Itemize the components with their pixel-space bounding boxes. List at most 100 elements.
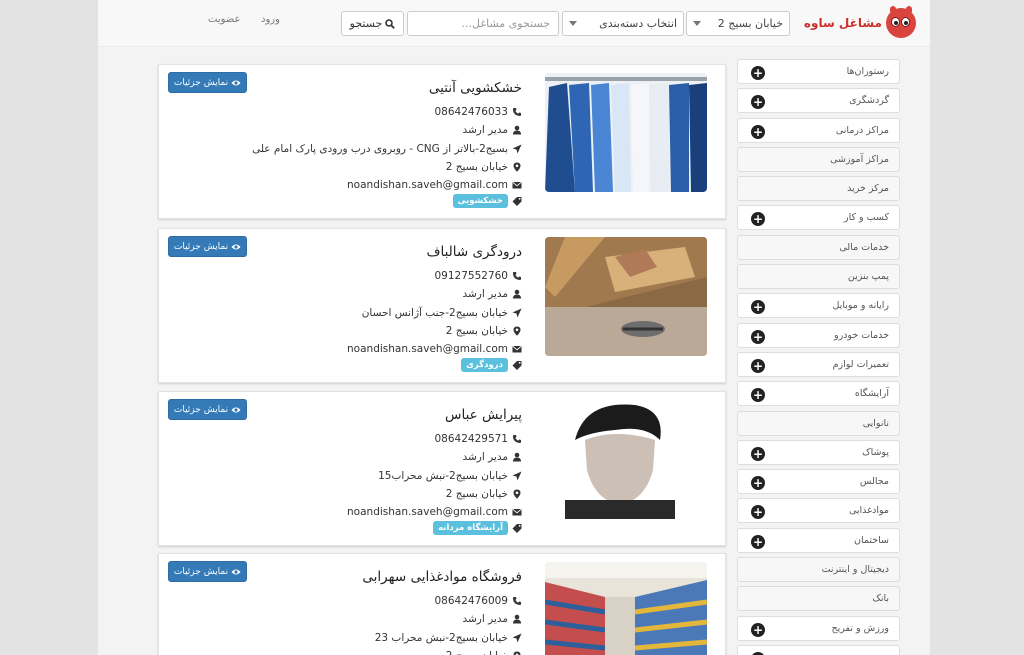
category-tag[interactable]: خشکشویی [452, 194, 508, 209]
search-icon [385, 18, 396, 29]
listing-phone: 08642476009 [434, 595, 509, 607]
envelope-icon [512, 182, 522, 189]
sidebar-category-label: موادغذایی [848, 505, 889, 517]
expand-plus-icon[interactable]: + [751, 300, 765, 315]
sidebar-category[interactable]: مجالس + [737, 469, 900, 495]
listing-title[interactable]: درودگری شالباف [222, 243, 522, 261]
sidebar-category[interactable]: تعمیرات لوازم + [737, 351, 900, 377]
phone-icon [513, 597, 521, 606]
sidebar-category[interactable]: گردشگری + [737, 88, 900, 114]
sidebar-category[interactable]: دیجیتال و اینترنت [737, 557, 900, 583]
sidebar-category[interactable]: رستوران‌ها + [737, 59, 900, 84]
sidebar-category-label: رستوران‌ها [846, 66, 889, 77]
tags-icon [512, 524, 522, 534]
sidebar-category[interactable]: + [737, 644, 900, 655]
listing-phone: 08642476033 [434, 106, 509, 118]
listing-body: درودگری شالباف 09127552760 مدیر ارشد خیابا… [222, 243, 522, 373]
sidebar-category[interactable]: مرکز خرید [737, 176, 900, 202]
listing-address-row: خیابان بسیج2-نبش محراب15 [222, 467, 522, 485]
sidebar-category-label: مرکز خرید [847, 183, 889, 195]
sidebar-category[interactable]: خدمات خودرو + [737, 322, 900, 348]
expand-plus-icon[interactable]: + [751, 534, 765, 549]
search-input[interactable]: جستجوی مشاغل... [407, 11, 559, 36]
view-details-button[interactable]: نمایش جزئیات [168, 399, 247, 420]
view-details-button[interactable]: نمایش جزئیات [168, 72, 247, 93]
sidebar-category[interactable]: خدمات مالی [737, 234, 900, 260]
brand[interactable]: مشاغل ساوه [804, 6, 916, 38]
sidebar-category[interactable]: موادغذایی + [737, 498, 900, 524]
sidebar-category[interactable]: بانک [737, 586, 900, 612]
listing-street-row: خیابان بسیج 2 [222, 647, 522, 655]
sidebar-category[interactable]: ورزش و تفریح + [737, 615, 900, 641]
envelope-icon [512, 509, 522, 516]
sidebar-category[interactable]: ساختمان + [737, 527, 900, 553]
listing-manager: مدیر ارشد [462, 124, 509, 137]
listing-title[interactable]: فروشگاه موادغذایی سهرابی [222, 568, 522, 586]
expand-plus-icon[interactable]: + [751, 329, 765, 344]
expand-plus-icon[interactable]: + [751, 622, 765, 637]
sidebar-category-label: مجالس [859, 476, 889, 488]
listing-card: فروشگاه موادغذایی سهرابی 08642476009 مدیر… [158, 553, 726, 655]
listing-tags-row: خشکشویی [222, 194, 522, 209]
expand-plus-icon[interactable]: + [751, 388, 765, 403]
category-sidebar: رستوران‌ها + گردشگری + مراکز درمانی + مراکز آم… [737, 59, 900, 655]
listing-email-row: noandishan.saveh@gmail.com [222, 340, 522, 358]
sidebar-category-label: ورزش و تفریح [831, 622, 889, 634]
sidebar-category[interactable]: پمپ بنزین [737, 264, 900, 290]
expand-plus-icon[interactable]: + [751, 95, 765, 110]
listing-manager-row: مدیر ارشد [222, 448, 522, 466]
listing-title[interactable]: پیرایش عباس [222, 406, 522, 424]
listing-card: درودگری شالباف 09127552760 مدیر ارشد خیابا… [158, 228, 726, 383]
sidebar-category-label: مراکز درمانی [835, 124, 889, 136]
sidebar-category[interactable]: مراکز آموزشی [737, 146, 900, 172]
sidebar-category-label: گردشگری [849, 95, 889, 107]
listing-image[interactable] [545, 73, 707, 192]
listing-image[interactable] [545, 562, 707, 655]
map-marker-icon [513, 162, 521, 172]
expand-plus-icon[interactable]: + [751, 124, 765, 139]
listing-manager: مدیر ارشد [462, 613, 509, 626]
expand-plus-icon[interactable]: + [751, 66, 765, 80]
listing-street-row: خیابان بسیج 2 [222, 158, 522, 176]
sidebar-category-label: تعمیرات لوازم [832, 358, 889, 370]
login-link[interactable]: ورود [261, 14, 280, 25]
category-select[interactable]: انتخاب دسته‌بندی [562, 11, 684, 36]
listing-body: فروشگاه موادغذایی سهرابی 08642476009 مدیر… [222, 568, 522, 655]
sidebar-category-label: پوشاک [862, 446, 889, 458]
eye-icon [231, 569, 241, 574]
sidebar-category-label: پمپ بنزین [847, 271, 889, 283]
listing-title[interactable]: خشکشویی آنتیی [222, 79, 522, 97]
listing-image[interactable] [545, 237, 707, 356]
expand-plus-icon[interactable]: + [751, 212, 765, 227]
eye-icon [231, 244, 241, 249]
location-arrow-icon [512, 308, 522, 318]
listing-email: noandishan.saveh@gmail.com [347, 179, 508, 192]
expand-plus-icon[interactable]: + [751, 476, 765, 491]
expand-plus-icon[interactable]: + [751, 446, 765, 461]
listing-phone-row: 08642476033 [222, 103, 522, 121]
expand-plus-icon[interactable]: + [751, 505, 765, 520]
sidebar-category[interactable]: پوشاک + [737, 439, 900, 465]
listing-image[interactable] [545, 400, 707, 519]
sidebar-category[interactable]: مراکز درمانی + [737, 117, 900, 143]
view-details-button[interactable]: نمایش جزئیات [168, 561, 247, 582]
listing-street-row: خیابان بسیج 2 [222, 485, 522, 503]
listing-address: بسیج2-بالاتر از CNG - روبروی درب ورودی پ… [252, 142, 508, 155]
sidebar-category[interactable]: نانوایی [737, 410, 900, 436]
street-select[interactable]: خیابان بسیج 2 [686, 11, 790, 36]
listing-address: خیابان بسیج2-جنب آژانس احسان [361, 306, 508, 319]
listing-address: خیابان بسیج2-نبش محراب 23 [374, 631, 508, 644]
view-details-button[interactable]: نمایش جزئیات [168, 236, 247, 257]
register-link[interactable]: عضویت [208, 14, 240, 25]
sidebar-category[interactable]: کسب و کار + [737, 205, 900, 231]
expand-plus-icon[interactable]: + [751, 358, 765, 373]
category-tag[interactable]: درودگری [461, 358, 508, 373]
category-tag[interactable]: آرایشگاه مردانه [433, 521, 508, 536]
sidebar-category-label: بانک [872, 593, 889, 605]
sidebar-category-label: نانوایی [862, 417, 889, 429]
sidebar-category[interactable]: آرایشگاه + [737, 381, 900, 407]
sidebar-category[interactable]: رایانه و موبایل + [737, 293, 900, 319]
search-button[interactable]: جستجو [341, 11, 404, 36]
user-icon [513, 290, 521, 299]
envelope-icon [512, 346, 522, 353]
